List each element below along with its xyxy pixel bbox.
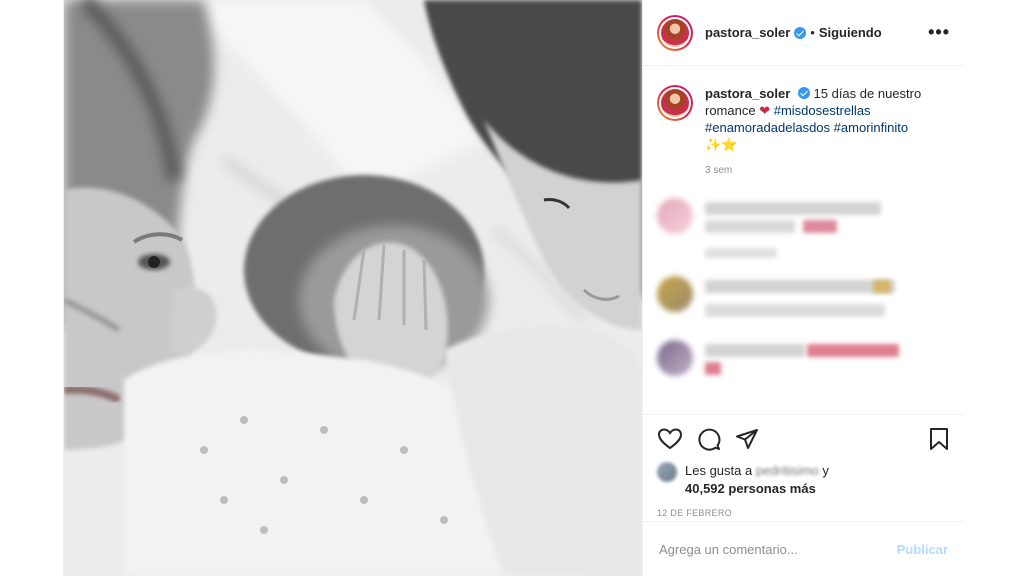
verified-badge-icon (797, 87, 810, 99)
author-avatar[interactable] (657, 14, 693, 51)
avatar (661, 18, 689, 47)
likes-suffix: y (822, 463, 829, 478)
hashtag-link[interactable]: #misdosestrellas (774, 103, 871, 118)
heart-emoji: ❤ (759, 103, 771, 118)
caption-timestamp[interactable]: 3 sem (705, 165, 950, 176)
avatar (657, 340, 693, 376)
avatar (657, 198, 693, 234)
caption: pastora_soler 15 días de nuestro romance… (657, 85, 950, 153)
comment-icon[interactable] (697, 427, 721, 451)
add-comment-bar: Publicar (643, 521, 964, 576)
post-date[interactable]: 12 DE FEBRERO (657, 508, 950, 518)
post-photo[interactable] (64, 0, 642, 576)
likes-summary: Les gusta a pedritisimo y 40,592 persona… (657, 462, 950, 498)
post-modal: pastora_soler • Siguiendo ••• pastora_so… (63, 0, 964, 576)
following-button[interactable]: Siguiendo (819, 25, 882, 40)
hashtag-link[interactable]: #amorinfinito (834, 120, 908, 135)
avatar (657, 462, 677, 482)
author-username[interactable]: pastora_soler (705, 25, 790, 40)
comments-section: pastora_soler 15 días de nuestro romance… (643, 67, 964, 413)
action-bar (657, 425, 950, 453)
likes-count[interactable]: 40,592 personas más (685, 481, 816, 496)
avatar (657, 276, 693, 312)
likes-prefix: Les gusta a (685, 463, 753, 478)
more-options-icon[interactable]: ••• (928, 22, 950, 43)
caption-avatar[interactable] (657, 85, 693, 121)
photo-image (64, 0, 642, 576)
caption-emojis: ✨⭐ (705, 137, 738, 152)
verified-badge-icon (794, 26, 807, 39)
heart-icon[interactable] (657, 427, 683, 451)
bookmark-icon[interactable] (928, 427, 950, 451)
caption-text: pastora_soler 15 días de nuestro romance… (705, 85, 925, 153)
comment-item (657, 276, 950, 340)
post-header: pastora_soler • Siguiendo ••• (643, 0, 964, 66)
comment-input[interactable] (659, 541, 897, 557)
post-sidebar: pastora_soler • Siguiendo ••• pastora_so… (642, 0, 964, 576)
comment-item (657, 340, 950, 413)
separator-dot: • (810, 25, 815, 40)
caption-username[interactable]: pastora_soler (705, 86, 790, 101)
comment-item (657, 198, 950, 276)
publish-button[interactable]: Publicar (897, 542, 948, 557)
share-icon[interactable] (735, 427, 759, 451)
liker-username[interactable]: pedritisimo (756, 463, 819, 478)
hashtag-link[interactable]: #enamoradadelasdos (705, 120, 830, 135)
